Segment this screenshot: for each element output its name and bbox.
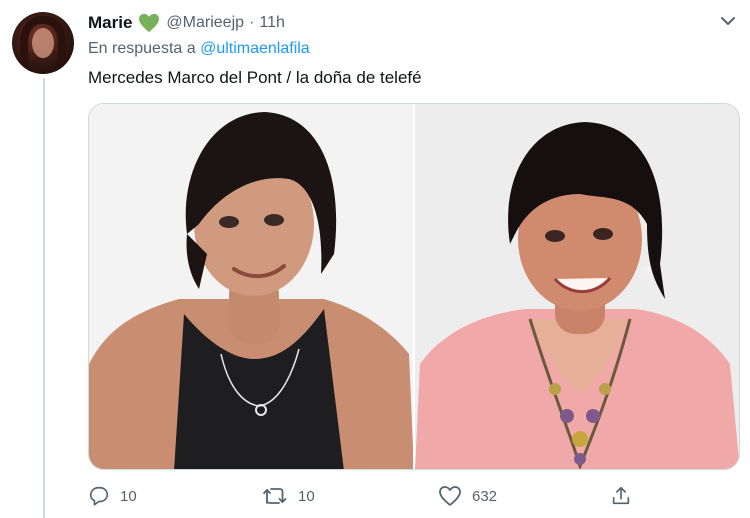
avatar[interactable]	[12, 12, 74, 74]
share-button[interactable]	[610, 484, 632, 508]
retweet-icon	[262, 485, 288, 507]
like-button[interactable]: 632	[438, 484, 497, 508]
avatar-face	[32, 28, 54, 58]
tweet-header: Marie @Marieejp · 11h	[88, 12, 285, 34]
reply-context: En respuesta a @ultimaenlafila	[88, 40, 310, 58]
green-heart-icon	[138, 13, 160, 33]
like-icon	[438, 485, 462, 507]
retweet-button[interactable]: 10	[262, 484, 315, 508]
media-grid	[88, 103, 740, 470]
reply-count: 10	[120, 487, 137, 505]
portrait-right-illustration	[415, 104, 739, 469]
portrait-left-illustration	[89, 104, 413, 469]
thread-line	[43, 78, 45, 518]
tweet-actions: 10 10 632	[88, 484, 688, 508]
photo-left[interactable]	[89, 104, 413, 469]
tweet-time[interactable]: 11h	[259, 14, 285, 32]
like-count: 632	[472, 487, 498, 505]
reply-mention-link[interactable]: @ultimaenlafila	[200, 40, 310, 57]
reply-prefix: En respuesta a	[88, 40, 196, 57]
reply-button[interactable]: 10	[88, 484, 137, 508]
tweet-text: Mercedes Marco del Pont / la doña de tel…	[88, 68, 422, 87]
tweet: Marie @Marieejp · 11h En respuesta a @ul…	[0, 0, 750, 518]
share-icon	[610, 485, 632, 507]
retweet-count: 10	[298, 487, 315, 505]
reply-icon	[88, 485, 110, 507]
separator-dot: ·	[249, 14, 255, 31]
chevron-down-icon[interactable]	[718, 14, 738, 28]
author-handle[interactable]: @Marieejp	[166, 14, 244, 32]
author-name[interactable]: Marie	[88, 13, 132, 33]
photo-right[interactable]	[415, 104, 739, 469]
